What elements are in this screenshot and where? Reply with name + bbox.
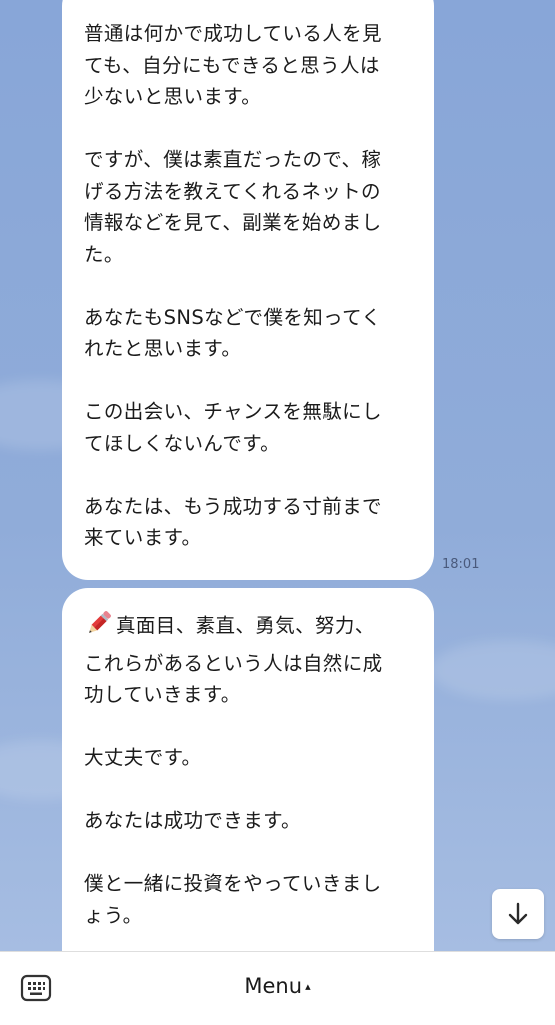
message-text: 僕と一緒に投資をやっていきまし [84,872,382,895]
message-text: 来ています。 [84,526,202,549]
message-line: 僕と一緒に投資をやっていきまし [84,868,412,900]
message-text: あなたもSNSなどで僕を知ってく [84,305,382,329]
message-text: た。 [84,242,124,266]
message-text: げる方法を教えてくれるネットの [84,179,381,203]
message-line: 大丈夫です。 [84,742,412,774]
message-text: あなたは、もう成功する寸前まで [84,494,382,518]
message-text: ですが、僕は素直だったので、稼 [84,148,382,171]
message-line: ても、自分にもできると思う人は [84,50,412,82]
message-line: れたと思います。 [84,333,412,365]
message-line: あなたは、もう成功する寸前まで [84,491,412,523]
bottom-bar: Menu ▴ [0,951,555,1025]
message-text: 功していきます。 [84,683,241,706]
menu-arrow-icon: ▴ [305,980,311,993]
message-text: ょう。 [84,903,143,927]
message-line: 少ないと思います。 [84,81,412,113]
message-line: た。 [84,239,412,271]
message-text: てほしくないんです。 [84,431,281,455]
message-line: あなたは成功できます。 [84,805,412,837]
message-text: 普通は何かで成功している人を見 [84,22,382,45]
message-text: ても、自分にもできると思う人は [84,53,380,77]
message-bubble[interactable]: 普通は何かで成功している人を見 ても、自分にもできると思う人は 少ないと思います。で… [62,0,434,644]
message-bubble[interactable]: 真面目、素直、勇気、努力、これらがあるという人は自然に成 功していきます。 大丈夫で… [62,588,434,951]
message-text: 情報などを見て、副業を始めまし [84,211,382,234]
message-text: 大丈夫です。 [84,746,202,769]
message-text: これらがあるという人は自然に成 [84,651,383,675]
message-line: 功していきます。 [84,679,412,711]
message-line: これらがあるという人は自然に成 [84,648,412,680]
menu-button[interactable]: Menu ▴ [0,974,555,998]
message-text: この出会い、チャンスを無駄にし [84,400,382,423]
pencil-icon [84,608,114,648]
message-line: げる方法を教えてくれるネットの [84,176,412,208]
message-text: あなたは成功できます。 [84,809,301,832]
message-timestamp: 18:01 [442,557,480,572]
chat-area: 普通は何かで成功している人を見 ても、自分にもできると思う人は 少ないと思います。で… [0,0,555,951]
message-line: ですが、僕は素直だったので、稼 [84,144,412,176]
scroll-to-bottom-button[interactable] [492,889,544,939]
menu-label: Menu [244,974,303,998]
message-line: あなたもSNSなどで僕を知ってく [84,302,412,334]
message-text: れたと思います。 [84,337,242,360]
message-line: 普通は何かで成功している人を見 [84,18,412,50]
message-line: 情報などを見て、副業を始めまし [84,207,412,239]
message-line: この出会い、チャンスを無駄にし [84,396,412,428]
arrow-down-icon [508,902,528,925]
message-text: 少ないと思います。 [84,85,262,108]
message-text: 真面目、素直、勇気、努力、 [116,614,375,637]
background-cloud [430,640,555,700]
message-line: 真面目、素直、勇気、努力、 [84,608,412,648]
message-line: 来ています。 [84,522,412,554]
message-line: てほしくないんです。 [84,428,412,460]
message-line: ょう。 [84,900,412,932]
